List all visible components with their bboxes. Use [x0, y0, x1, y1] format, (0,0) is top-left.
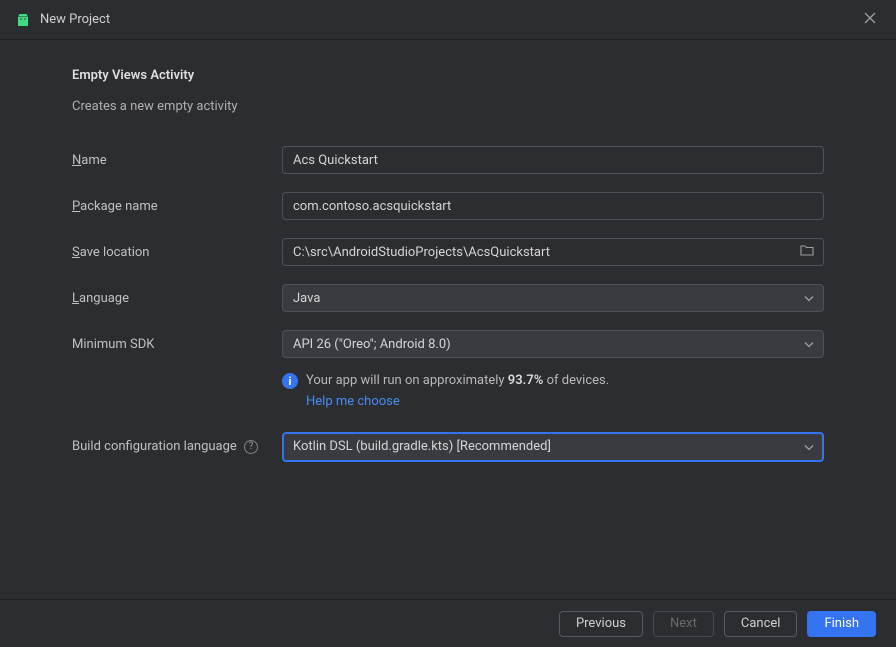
cancel-button[interactable]: Cancel	[724, 611, 798, 637]
dialog-content: Empty Views Activity Creates a new empty…	[0, 40, 896, 500]
build-config-select[interactable]: Kotlin DSL (build.gradle.kts) [Recommend…	[282, 432, 824, 462]
label-minimum-sdk: Minimum SDK	[72, 337, 282, 352]
label-build-config: Build configuration language ?	[72, 439, 282, 454]
minimum-sdk-select[interactable]: API 26 ("Oreo"; Android 8.0)	[282, 330, 824, 358]
page-description: Creates a new empty activity	[72, 99, 824, 114]
page-title: Empty Views Activity	[72, 68, 824, 83]
name-input[interactable]	[282, 146, 824, 174]
row-save-location: Save location	[72, 238, 824, 266]
dialog-footer: Previous Next Cancel Finish	[0, 599, 896, 647]
row-language: Language Java	[72, 284, 824, 312]
label-package: Package name	[72, 199, 282, 214]
finish-button[interactable]: Finish	[807, 611, 876, 637]
sdk-help-text: Your app will run on approximately 93.7%…	[306, 372, 609, 412]
row-name: Name	[72, 146, 824, 174]
package-input[interactable]	[282, 192, 824, 220]
previous-button[interactable]: Previous	[559, 611, 643, 637]
row-minimum-sdk: Minimum SDK API 26 ("Oreo"; Android 8.0)	[72, 330, 824, 358]
row-package: Package name	[72, 192, 824, 220]
info-icon: i	[282, 373, 298, 389]
browse-folder-icon[interactable]	[800, 244, 814, 260]
close-icon[interactable]	[860, 10, 880, 30]
app-icon	[16, 13, 30, 27]
sdk-help-row: i Your app will run on approximately 93.…	[72, 372, 824, 412]
label-language: Language	[72, 291, 282, 306]
save-location-input[interactable]	[282, 238, 824, 266]
language-select[interactable]: Java	[282, 284, 824, 312]
label-save-location: Save location	[72, 245, 282, 260]
help-icon[interactable]: ?	[244, 440, 258, 454]
help-me-choose-link[interactable]: Help me choose	[306, 393, 609, 412]
row-build-config: Build configuration language ? Kotlin DS…	[72, 432, 824, 462]
window-title: New Project	[40, 12, 860, 27]
next-button: Next	[653, 611, 714, 637]
titlebar: New Project	[0, 0, 896, 40]
label-name: Name	[72, 153, 282, 168]
